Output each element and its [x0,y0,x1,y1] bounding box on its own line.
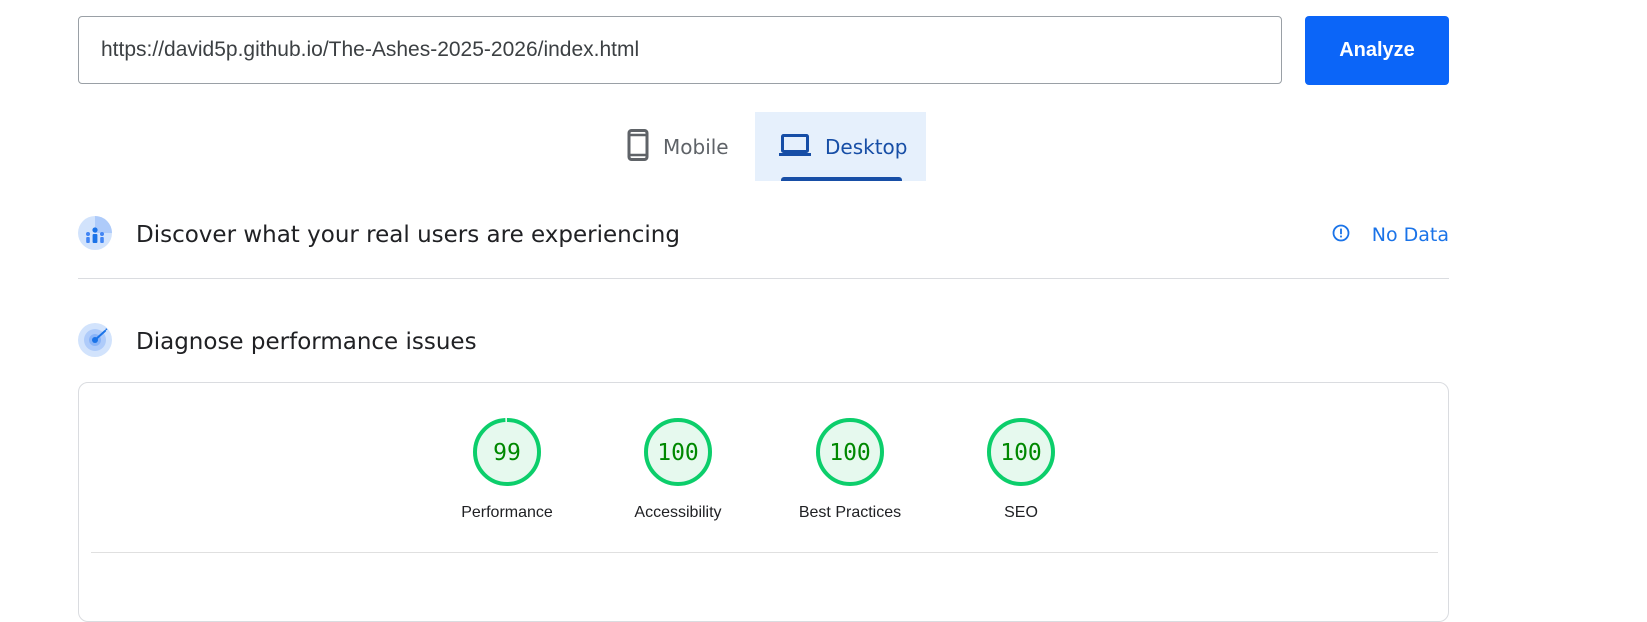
score-gauge-performance[interactable]: 99 Performance [437,416,577,522]
score-gauge-accessibility[interactable]: 100 Accessibility [608,416,748,522]
lab-data-header: Diagnose performance issues [78,322,1449,362]
no-data-label: No Data [1371,224,1449,246]
section-divider [78,278,1449,279]
score-value: 100 [829,440,871,466]
analyze-button[interactable]: Analyze [1305,16,1449,85]
gauge-ring: 99 [473,418,541,486]
info-icon [1332,224,1350,247]
score-gauge-best-practices[interactable]: 100 Best Practices [780,416,920,522]
no-data-link[interactable]: No Data [1332,216,1449,254]
card-divider [91,552,1438,553]
gauge-ring: 100 [644,418,712,486]
tab-mobile[interactable]: Mobile [603,112,755,181]
score-value: 100 [657,440,699,466]
lab-data-title: Diagnose performance issues [136,329,477,355]
score-value: 100 [1000,440,1042,466]
score-label: Performance [461,504,553,521]
real-users-icon [78,215,112,255]
gauge-ring: 100 [987,418,1055,486]
tab-desktop-label: Desktop [825,134,908,159]
scores-card: 99 Performance 100 Accessibility 100 Best Pra… [78,382,1449,622]
tab-desktop[interactable]: Desktop [755,112,926,181]
url-input[interactable] [79,17,1281,83]
selected-tab-indicator [781,177,902,181]
score-value: 99 [493,440,521,466]
diagnose-icon [78,322,112,362]
smartphone-icon [627,128,649,165]
url-input-container [78,16,1282,84]
laptop-icon [779,133,811,161]
field-data-title: Discover what your real users are experi… [136,222,680,248]
score-label: Best Practices [798,504,902,521]
tab-mobile-label: Mobile [663,134,729,159]
field-data-header: Discover what your real users are experi… [78,215,1449,255]
gauge-ring: 100 [816,418,884,486]
score-gauge-seo[interactable]: 100 SEO [951,416,1091,522]
score-label: Accessibility [634,504,722,521]
score-label: SEO [1004,504,1038,521]
